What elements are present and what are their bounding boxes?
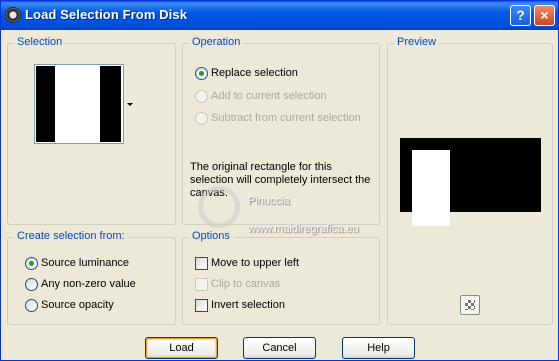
radio-checked-icon	[195, 67, 208, 80]
title-help-button[interactable]: ?	[510, 5, 531, 26]
help-button[interactable]: Help	[342, 337, 415, 359]
transparency-toggle-button[interactable]	[460, 295, 480, 315]
options-legend: Options	[189, 230, 233, 242]
radio-checked-icon	[25, 257, 38, 270]
replace-selection-label: Replace selection	[211, 67, 298, 79]
preview-canvas	[400, 138, 541, 226]
chevron-down-icon[interactable]	[127, 103, 133, 106]
clip-to-canvas-label: Clip to canvas	[211, 278, 281, 290]
intersection-info-text: The original rectangle for this selectio…	[190, 161, 371, 199]
add-to-selection-label: Add to current selection	[211, 90, 327, 102]
create-selection-legend: Create selection from:	[14, 230, 128, 242]
checkbox-icon	[195, 299, 208, 312]
close-button[interactable]: ×	[534, 5, 555, 26]
selection-thumbnail[interactable]	[34, 64, 124, 144]
title-bar[interactable]: Load Selection From Disk ? ×	[1, 1, 558, 30]
any-non-zero-label: Any non-zero value	[41, 278, 136, 290]
options-group: Options Move to upper left Clip to canva…	[182, 230, 380, 325]
checkbox-icon	[195, 257, 208, 270]
create-selection-group: Create selection from: Source luminance …	[7, 230, 176, 325]
checkbox-icon	[195, 278, 208, 291]
radio-icon	[195, 90, 208, 103]
load-selection-dialog: Load Selection From Disk ? × Selection O…	[0, 0, 559, 361]
operation-legend: Operation	[189, 36, 244, 48]
preview-group: Preview	[387, 36, 553, 325]
selection-group: Selection	[7, 36, 176, 225]
operation-group: Operation Replace selection Add to curre…	[182, 36, 380, 225]
source-opacity-label: Source opacity	[41, 299, 114, 311]
radio-icon	[25, 278, 38, 291]
radio-icon	[25, 299, 38, 312]
preview-selection-area	[412, 150, 450, 226]
preview-legend: Preview	[394, 36, 440, 48]
move-to-upper-left-label: Move to upper left	[211, 257, 300, 269]
radio-icon	[195, 112, 208, 125]
source-luminance-label: Source luminance	[41, 257, 130, 269]
selection-legend: Selection	[14, 36, 66, 48]
checkerboard-icon	[465, 300, 475, 310]
app-icon	[5, 7, 21, 23]
subtract-selection-label: Subtract from current selection	[211, 112, 361, 124]
cancel-button[interactable]: Cancel	[243, 337, 316, 359]
invert-selection-label: Invert selection	[211, 299, 285, 311]
load-button[interactable]: Load	[145, 337, 218, 359]
window-title: Load Selection From Disk	[25, 7, 188, 22]
